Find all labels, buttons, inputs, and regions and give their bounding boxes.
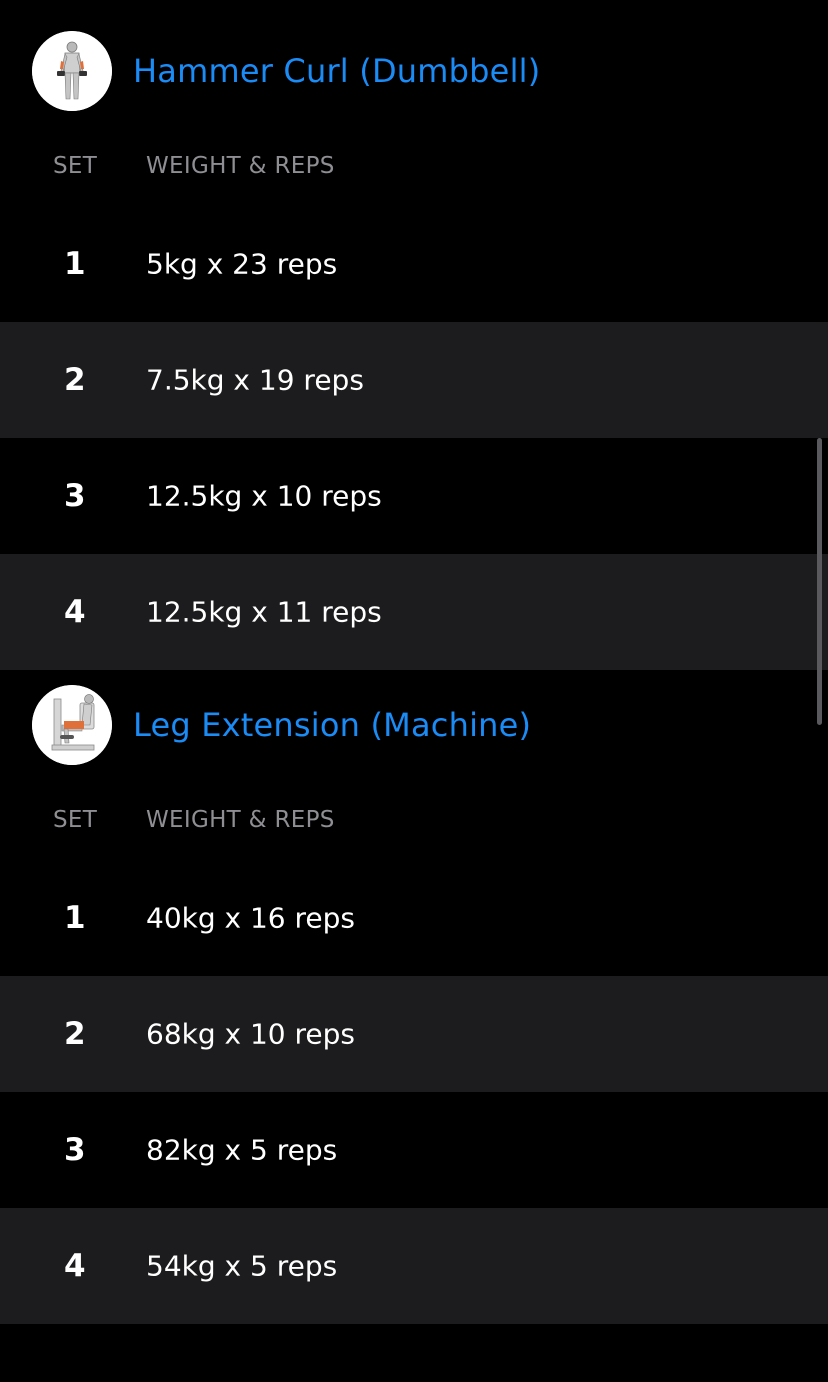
set-number: 4 <box>64 594 86 630</box>
set-weight-reps: 12.5kg x 11 reps <box>146 595 382 629</box>
set-number: 2 <box>64 362 86 398</box>
set-number: 3 <box>64 1132 86 1168</box>
set-number: 4 <box>64 1248 86 1284</box>
set-row: 2 68kg x 10 reps <box>0 976 828 1092</box>
set-row: 4 12.5kg x 11 reps <box>0 554 828 670</box>
hammer-curl-figure-icon[interactable] <box>32 31 112 111</box>
set-row: 1 40kg x 16 reps <box>0 860 828 976</box>
set-row: 1 5kg x 23 reps <box>0 206 828 322</box>
set-weight-reps: 12.5kg x 10 reps <box>146 479 382 513</box>
set-column-label: SET <box>53 153 98 179</box>
set-row: 3 82kg x 5 reps <box>0 1092 828 1208</box>
weight-reps-column-label: WEIGHT & REPS <box>146 807 335 833</box>
set-weight-reps: 54kg x 5 reps <box>146 1249 338 1283</box>
exercise-card-hammer-curl: Hammer Curl (Dumbbell) SET WEIGHT & REPS… <box>0 16 828 670</box>
column-headers: SET WEIGHT & REPS <box>0 780 828 860</box>
column-headers: SET WEIGHT & REPS <box>0 126 828 206</box>
set-number: 1 <box>64 246 86 282</box>
exercise-header[interactable]: Leg Extension (Machine) <box>0 670 828 780</box>
set-weight-reps: 40kg x 16 reps <box>146 901 356 935</box>
set-row: 3 12.5kg x 10 reps <box>0 438 828 554</box>
set-weight-reps: 5kg x 23 reps <box>146 247 338 281</box>
leg-extension-machine-icon[interactable] <box>32 685 112 765</box>
set-number: 2 <box>64 1016 86 1052</box>
exercise-title[interactable]: Leg Extension (Machine) <box>133 706 531 744</box>
set-weight-reps: 82kg x 5 reps <box>146 1133 338 1167</box>
set-row: 2 7.5kg x 19 reps <box>0 322 828 438</box>
set-row: 4 54kg x 5 reps <box>0 1208 828 1324</box>
set-number: 1 <box>64 900 86 936</box>
vertical-scrollbar[interactable] <box>817 438 822 725</box>
set-weight-reps: 68kg x 10 reps <box>146 1017 356 1051</box>
set-number: 3 <box>64 478 86 514</box>
exercise-card-leg-extension: Leg Extension (Machine) SET WEIGHT & REP… <box>0 670 828 1324</box>
exercise-title[interactable]: Hammer Curl (Dumbbell) <box>133 52 540 90</box>
set-column-label: SET <box>53 807 98 833</box>
set-weight-reps: 7.5kg x 19 reps <box>146 363 364 397</box>
workout-detail-page: Hammer Curl (Dumbbell) SET WEIGHT & REPS… <box>0 0 828 1382</box>
exercise-header[interactable]: Hammer Curl (Dumbbell) <box>0 16 828 126</box>
weight-reps-column-label: WEIGHT & REPS <box>146 153 335 179</box>
